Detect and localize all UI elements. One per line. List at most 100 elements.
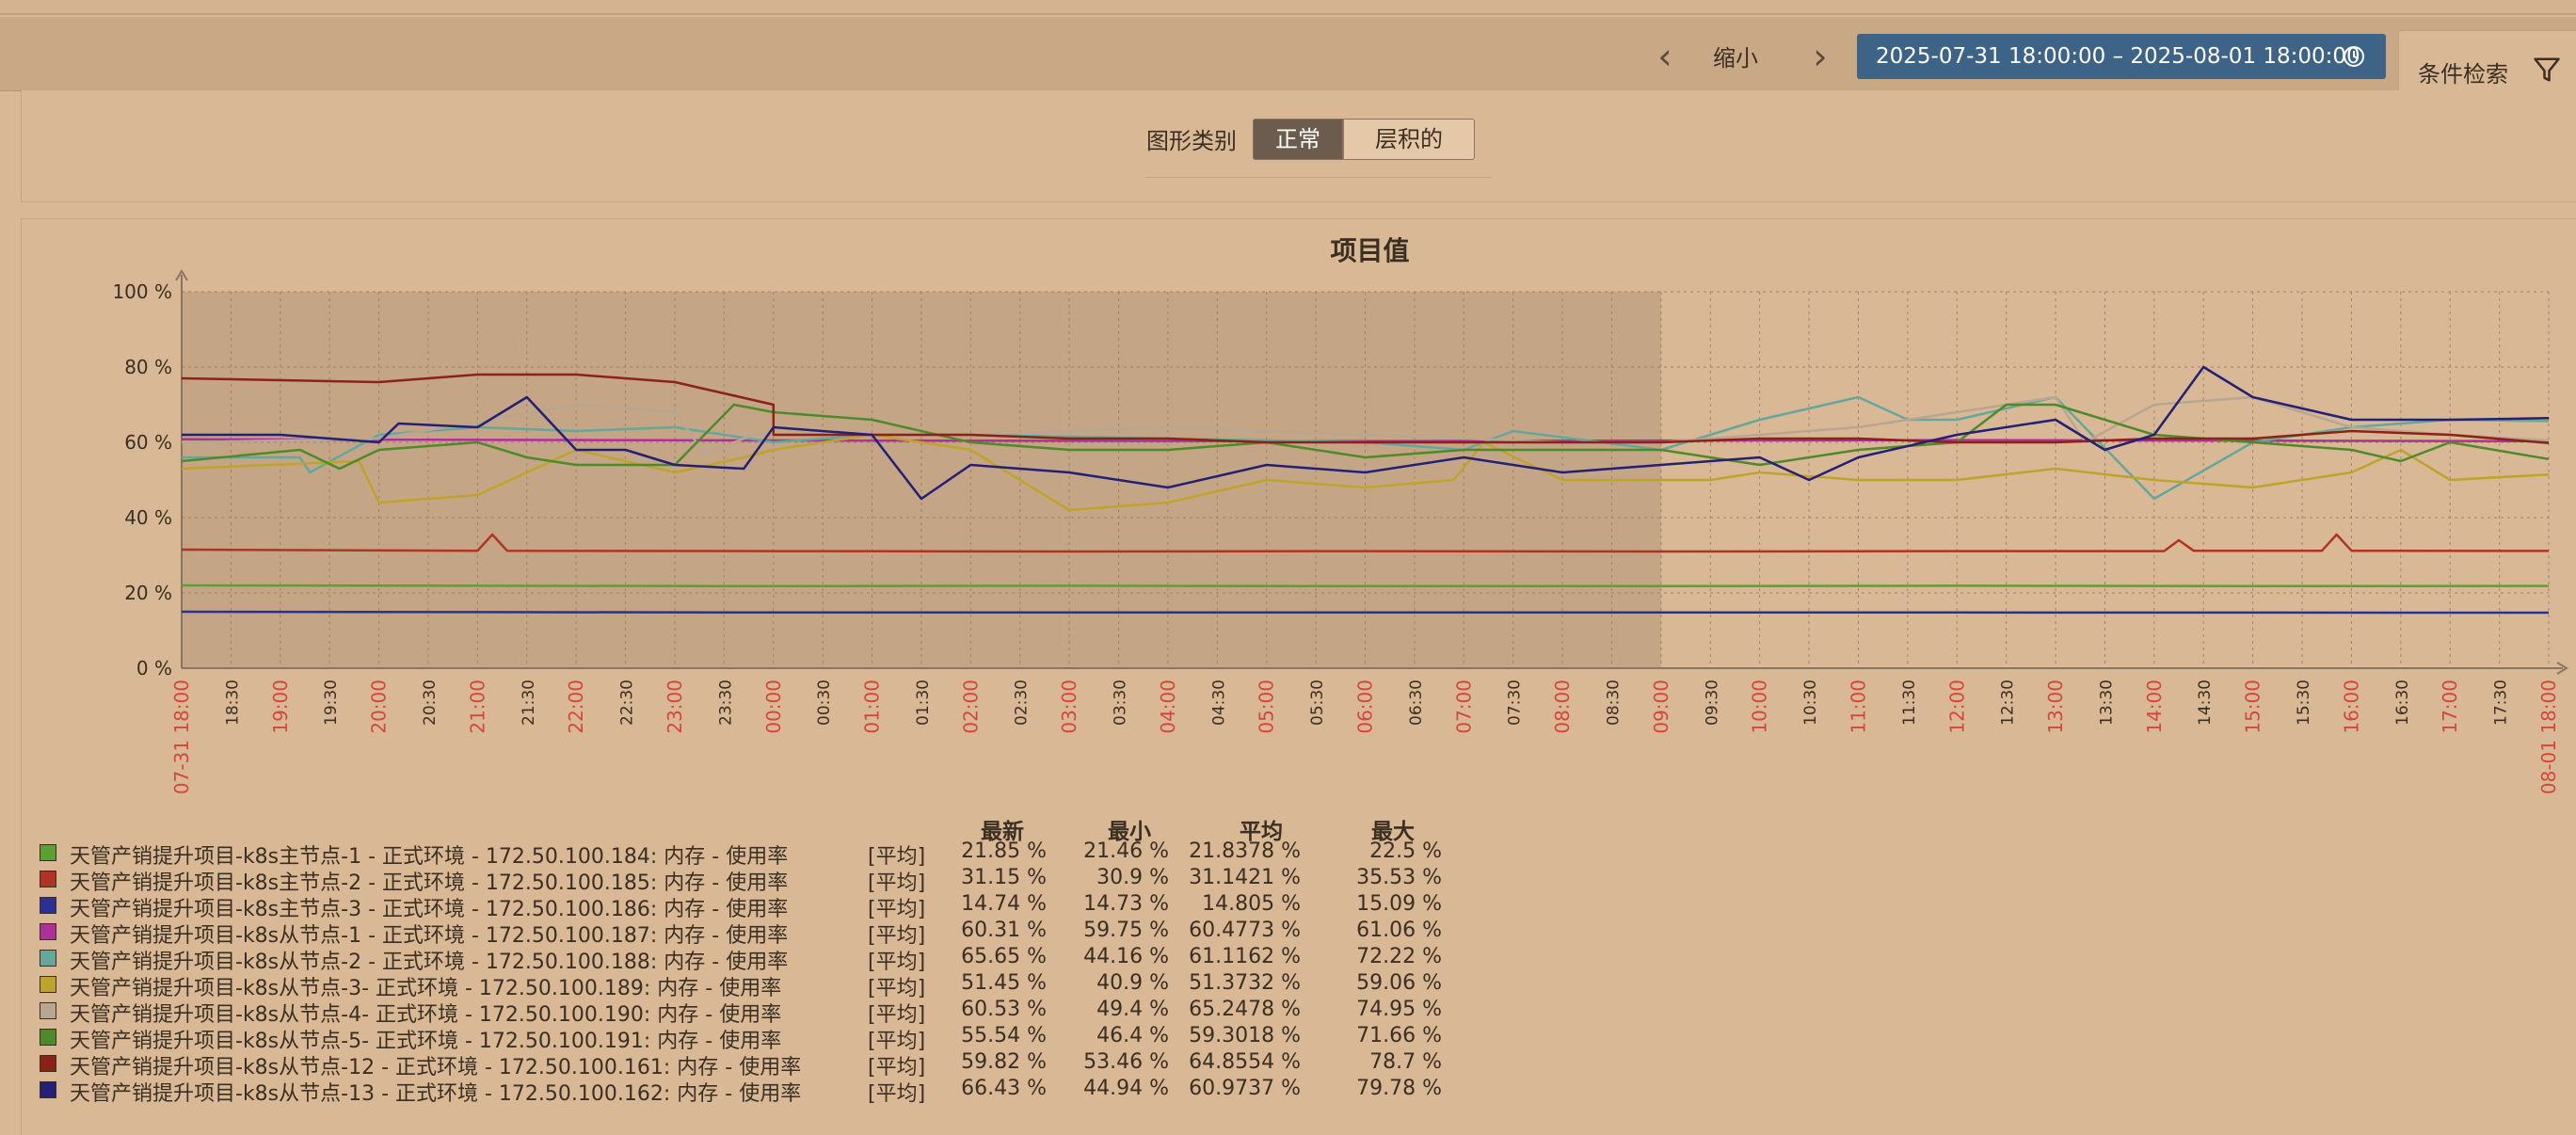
legend-avg-value: 14.805 % (1202, 892, 1301, 916)
legend-last-value: 65.65 % (961, 945, 1047, 968)
legend-min-value: 49.4 % (1096, 998, 1169, 1021)
x-tick-label: 06:30 (1407, 679, 1426, 726)
y-tick-label: 0 % (136, 657, 172, 679)
legend-row[interactable]: 天管产销提升项目-k8s主节点-2 - 正式环境 - 172.50.100.18… (40, 866, 1545, 895)
legend-row[interactable]: 天管产销提升项目-k8s从节点-13 - 正式环境 - 172.50.100.1… (40, 1077, 1545, 1106)
graph-type-divider (1145, 177, 1492, 178)
x-tick-label: 19:00 (269, 679, 292, 734)
legend-last-value: 60.53 % (961, 998, 1047, 1021)
x-tick-label: 08-01 18:00 (2537, 679, 2560, 794)
legend-avg-value: 51.3732 % (1189, 971, 1301, 995)
x-tick-label: 05:30 (1308, 679, 1327, 726)
x-tick-label: 09:00 (1650, 679, 1672, 734)
legend-max-value: 71.66 % (1356, 1024, 1442, 1047)
y-tick-label: 100 % (112, 280, 172, 303)
x-tick-label: 05:00 (1256, 679, 1278, 734)
filter-bar: ‹ 缩小 › 2025-07-31 18:00:00 – 2025-08-01 … (0, 17, 2576, 107)
legend-min-value: 21.46 % (1083, 839, 1169, 863)
legend-swatch (40, 1055, 56, 1072)
top-strip (0, 0, 2576, 15)
legend-max-value: 78.7 % (1369, 1050, 1442, 1074)
previous-period-button[interactable]: ‹ (1646, 38, 1684, 75)
legend-swatch (40, 871, 56, 887)
x-tick-label: 11:00 (1847, 679, 1869, 734)
line-chart: 项目值 0 % 20 % 40 % 60 % 80 % 100 % 07-31 18:00 18… (112, 235, 2568, 794)
x-tick-label: 23:30 (716, 679, 735, 726)
y-tick-label: 60 % (124, 431, 172, 454)
legend-function: [平均] (868, 1082, 926, 1106)
legend-row[interactable]: 天管产销提升项目-k8s从节点-12 - 正式环境 - 172.50.100.1… (40, 1050, 1545, 1079)
legend-avg-value: 61.1162 % (1189, 945, 1301, 968)
x-tick-label: 09:30 (1703, 679, 1721, 726)
x-tick-label: 07:30 (1506, 679, 1525, 726)
legend-swatch (40, 844, 56, 861)
graph-type-stacked-button[interactable]: 层积的 (1343, 119, 1475, 160)
x-tick-label: 08:30 (1604, 679, 1623, 726)
time-range-text: 2025-07-31 18:00:00 – 2025-08-01 18:00:0… (1876, 44, 2360, 69)
legend-min-value: 14.73 % (1083, 892, 1169, 916)
legend-avg-value: 60.4773 % (1189, 919, 1301, 942)
legend-row[interactable]: 天管产销提升项目-k8s从节点-1 - 正式环境 - 172.50.100.18… (40, 919, 1545, 948)
legend-max-value: 72.22 % (1356, 945, 1442, 968)
y-tick-label: 40 % (124, 506, 172, 529)
x-tick-label: 13:30 (2097, 679, 2116, 726)
x-tick-label: 21:00 (466, 679, 488, 734)
x-tick-label: 17:00 (2439, 679, 2461, 734)
legend-avg-value: 21.8378 % (1189, 839, 1301, 863)
legend-min-value: 30.9 % (1096, 866, 1169, 889)
x-tick-label: 01:00 (861, 679, 884, 734)
legend-last-value: 66.43 % (961, 1077, 1047, 1100)
x-tick-label: 18:30 (223, 679, 242, 726)
legend-swatch (40, 1002, 56, 1019)
legend-row[interactable]: 天管产销提升项目-k8s从节点-5- 正式环境 - 172.50.100.191… (40, 1024, 1545, 1053)
legend-min-value: 53.46 % (1083, 1050, 1169, 1074)
zoom-out-button[interactable]: 缩小 (1713, 40, 1758, 72)
legend-max-value: 59.06 % (1356, 971, 1442, 995)
legend-row[interactable]: 天管产销提升项目-k8s从节点-3- 正式环境 - 172.50.100.189… (40, 971, 1545, 1000)
legend-last-value: 60.31 % (961, 919, 1047, 942)
legend-last-value: 14.74 % (961, 892, 1047, 916)
legend-swatch (40, 1029, 56, 1046)
graph-type-label: 图形类别 (1146, 128, 1237, 154)
legend-avg-value: 65.2478 % (1189, 998, 1301, 1021)
legend-max-value: 15.09 % (1356, 892, 1442, 916)
legend-series-name: 天管产销提升项目-k8s从节点-13 - 正式环境 - 172.50.100.1… (70, 1082, 802, 1106)
legend-min-value: 44.94 % (1083, 1077, 1169, 1100)
next-period-button[interactable]: › (1801, 38, 1839, 75)
x-tick-label: 20:30 (421, 679, 440, 726)
legend-row[interactable]: 天管产销提升项目-k8s从节点-2 - 正式环境 - 172.50.100.18… (40, 945, 1545, 974)
legend-last-value: 55.54 % (961, 1024, 1047, 1047)
legend-avg-value: 64.8554 % (1189, 1050, 1301, 1074)
x-tick-label: 01:30 (914, 679, 933, 726)
x-tick-label: 11:30 (1900, 679, 1919, 726)
legend-swatch (40, 897, 56, 914)
x-tick-label: 07-31 18:00 (170, 679, 193, 794)
legend-max-value: 61.06 % (1356, 919, 1442, 942)
legend-max-value: 22.5 % (1369, 839, 1442, 863)
graph-type-normal-button[interactable]: 正常 (1253, 119, 1343, 160)
legend-row[interactable]: 天管产销提升项目-k8s从节点-4- 正式环境 - 172.50.100.190… (40, 998, 1545, 1027)
legend-min-value: 40.9 % (1096, 971, 1169, 995)
x-tick-label: 23:00 (664, 679, 686, 734)
x-tick-label: 12:30 (1999, 679, 2018, 726)
y-tick-label: 20 % (124, 582, 172, 604)
graph-type-panel: 图形类别 正常 层积的 (21, 90, 2576, 202)
legend-max-value: 79.78 % (1356, 1077, 1442, 1100)
legend-last-value: 51.45 % (961, 971, 1047, 995)
legend-last-value: 31.15 % (961, 866, 1047, 889)
legend-max-value: 35.53 % (1356, 866, 1442, 889)
x-tick-label: 17:30 (2492, 679, 2511, 726)
legend-max-value: 74.95 % (1356, 998, 1442, 1021)
legend-avg-value: 31.1421 % (1189, 866, 1301, 889)
x-tick-label: 20:00 (368, 679, 391, 734)
x-tick-label: 10:30 (1801, 679, 1820, 726)
legend-min-value: 59.75 % (1083, 919, 1169, 942)
x-tick-label: 15:30 (2295, 679, 2313, 726)
chart-title: 项目值 (1330, 235, 1409, 266)
legend-last-value: 59.82 % (961, 1050, 1047, 1074)
x-tick-label: 21:30 (520, 679, 538, 726)
legend-row[interactable]: 天管产销提升项目-k8s主节点-1 - 正式环境 - 172.50.100.18… (40, 839, 1545, 869)
legend-swatch (40, 950, 56, 967)
legend-row[interactable]: 天管产销提升项目-k8s主节点-3 - 正式环境 - 172.50.100.18… (40, 892, 1545, 921)
time-range-button[interactable]: 2025-07-31 18:00:00 – 2025-08-01 18:00:0… (1857, 34, 2386, 79)
